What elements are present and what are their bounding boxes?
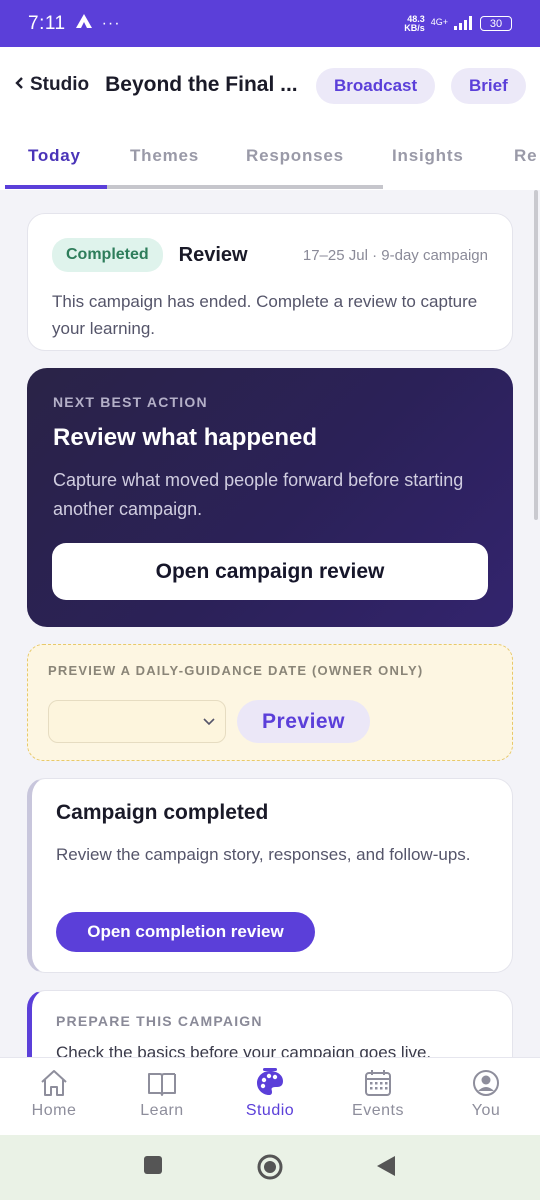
next-action-title: Review what happened <box>53 424 318 451</box>
nav-studio-label: Studio <box>245 1102 295 1119</box>
status-badge: Completed <box>52 238 163 272</box>
campaign-status-card: Completed Review 17–25 Jul · 9-day campa… <box>27 213 513 351</box>
more-notifications-icon: ··· <box>101 14 121 32</box>
book-icon <box>146 1068 178 1098</box>
broadcast-button[interactable]: Broadcast <box>316 68 436 104</box>
app-notification-icon <box>74 13 94 34</box>
tab-insights[interactable]: Insights <box>392 146 464 166</box>
tab-bar: Today Themes Responses Insights Re <box>0 123 540 190</box>
nav-home-label: Home <box>31 1102 77 1119</box>
app-header: Studio Beyond the Final ... Broadcast Br… <box>0 47 540 123</box>
next-action-description: Capture what moved people forward before… <box>53 470 464 519</box>
status-description: This campaign has ended. Complete a revi… <box>52 292 478 338</box>
prepare-campaign-card: PREPARE THIS CAMPAIGN Check the basics b… <box>27 990 513 1057</box>
preview-eyebrow: PREVIEW A DAILY-GUIDANCE DATE (OWNER ONL… <box>48 663 424 678</box>
battery-icon: 30 <box>480 16 512 31</box>
nav-you[interactable]: You <box>436 1068 536 1120</box>
page-title: Beyond the Final ... <box>105 73 298 96</box>
home-button[interactable] <box>256 1153 284 1186</box>
status-card-title: Review <box>178 243 248 266</box>
next-best-action-card: NEXT BEST ACTION Review what happened Ca… <box>27 368 513 627</box>
nav-learn-label: Learn <box>140 1102 184 1119</box>
tab-today[interactable]: Today <box>28 146 81 166</box>
main-content[interactable]: Completed Review 17–25 Jul · 9-day campa… <box>0 190 540 1057</box>
status-time: 7:11 <box>28 12 66 34</box>
battery-level: 30 <box>489 17 503 30</box>
chevron-left-icon <box>14 74 24 96</box>
recent-apps-button[interactable] <box>143 1155 163 1180</box>
system-nav-bar <box>0 1135 540 1200</box>
user-icon <box>470 1068 502 1098</box>
net-speed-unit: KB/s <box>404 22 425 33</box>
nav-events-label: Events <box>352 1102 404 1119</box>
tab-active-indicator <box>5 185 107 189</box>
campaign-dates: 17–25 Jul · 9-day campaign <box>302 246 488 264</box>
open-campaign-review-button[interactable]: Open campaign review <box>52 543 488 600</box>
open-completion-review-button[interactable]: Open completion review <box>56 912 315 952</box>
home-icon <box>38 1068 70 1098</box>
nav-studio[interactable]: Studio <box>220 1068 320 1120</box>
status-bar: 7:11 ··· 48.3 KB/s 4G+ 30 <box>0 0 540 47</box>
nav-you-label: You <box>471 1102 501 1119</box>
back-nav-button[interactable] <box>375 1155 397 1182</box>
nav-learn[interactable]: Learn <box>112 1068 212 1120</box>
preview-date-card: PREVIEW A DAILY-GUIDANCE DATE (OWNER ONL… <box>27 644 513 761</box>
campaign-completed-card: Campaign completed Review the campaign s… <box>27 778 513 973</box>
completed-card-description: Review the campaign story, responses, an… <box>56 845 471 864</box>
brief-button[interactable]: Brief <box>451 68 526 104</box>
nav-events[interactable]: Events <box>328 1068 428 1120</box>
signal-icon <box>454 15 474 32</box>
network-type: 4G+ <box>430 16 448 27</box>
next-action-eyebrow: NEXT BEST ACTION <box>53 394 208 410</box>
bottom-nav: Home Learn Studio Events You <box>0 1057 540 1135</box>
back-button[interactable]: Studio <box>14 74 89 96</box>
preview-button[interactable]: Preview <box>237 700 370 743</box>
prepare-description: Check the basics before your campaign go… <box>56 1043 432 1057</box>
nav-home[interactable]: Home <box>4 1068 104 1120</box>
scrollbar[interactable] <box>534 190 538 520</box>
net-speed: 48.3 KB/s <box>404 14 425 33</box>
prepare-eyebrow: PREPARE THIS CAMPAIGN <box>56 1013 263 1029</box>
tab-themes[interactable]: Themes <box>130 146 199 166</box>
back-label: Studio <box>30 74 90 95</box>
palette-icon <box>254 1068 286 1098</box>
tab-responses[interactable]: Responses <box>246 146 344 166</box>
chevron-down-icon <box>203 713 215 729</box>
date-select[interactable] <box>48 700 226 743</box>
completed-card-title: Campaign completed <box>56 801 269 824</box>
tab-reviews[interactable]: Re <box>514 146 537 166</box>
calendar-icon <box>362 1068 394 1098</box>
